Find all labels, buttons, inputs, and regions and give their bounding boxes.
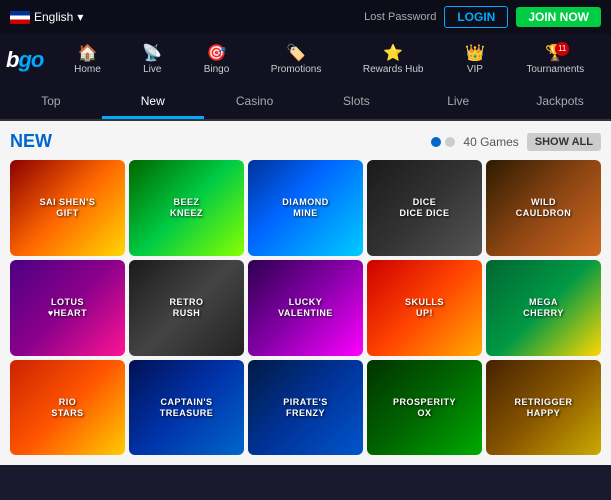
dot-2[interactable] bbox=[445, 137, 455, 147]
nav-label-vip: VIP bbox=[467, 64, 483, 75]
tab-casino[interactable]: Casino bbox=[204, 86, 306, 119]
rewards-icon: ⭐ bbox=[383, 46, 403, 62]
language-label: English bbox=[34, 10, 73, 24]
nav-item-home[interactable]: 🏠 Home bbox=[66, 42, 109, 79]
tournament-badge: 11 bbox=[555, 42, 569, 56]
game-label-11: RIOSTARS bbox=[10, 360, 125, 456]
language-selector[interactable]: English ▾ bbox=[10, 10, 83, 24]
chevron-down-icon: ▾ bbox=[77, 10, 83, 24]
game-label-9: SKULLSUP! bbox=[367, 260, 482, 356]
section-header: NEW 40 Games SHOW ALL bbox=[10, 131, 601, 152]
game-label-4: DICEDICE DICE bbox=[367, 160, 482, 256]
game-tile-7[interactable]: RETRORUSH bbox=[129, 260, 244, 356]
carousel-dots bbox=[431, 137, 455, 147]
game-label-15: RETRIGGERHAPPY bbox=[486, 360, 601, 456]
game-tile-13[interactable]: PIRATE'SFRENZY bbox=[248, 360, 363, 456]
live-icon: 📡 bbox=[142, 46, 162, 62]
game-label-7: RETRORUSH bbox=[129, 260, 244, 356]
main-content: NEW 40 Games SHOW ALL SAI SHEN'SGIFTBEEZ… bbox=[0, 121, 611, 465]
dot-1[interactable] bbox=[431, 137, 441, 147]
nav-item-bingo[interactable]: 🎯 Bingo bbox=[196, 42, 238, 79]
nav-item-rewards[interactable]: ⭐ Rewards Hub bbox=[355, 42, 432, 79]
game-tile-14[interactable]: PROSPERITYOX bbox=[367, 360, 482, 456]
section-title: NEW bbox=[10, 131, 52, 152]
game-tile-5[interactable]: WILDCAULDRON bbox=[486, 160, 601, 256]
bgo-logo[interactable]: bgo bbox=[6, 47, 43, 73]
lost-password-link[interactable]: Lost Password bbox=[364, 11, 436, 23]
category-tabs: TopNewCasinoSlotsLiveJackpots bbox=[0, 86, 611, 121]
promotions-icon: 🏷️ bbox=[286, 46, 306, 62]
game-tile-1[interactable]: SAI SHEN'SGIFT bbox=[10, 160, 125, 256]
game-label-10: MEGACHERRY bbox=[486, 260, 601, 356]
game-label-5: WILDCAULDRON bbox=[486, 160, 601, 256]
section-meta: 40 Games SHOW ALL bbox=[431, 133, 601, 151]
game-label-13: PIRATE'SFRENZY bbox=[248, 360, 363, 456]
games-grid: SAI SHEN'SGIFTBEEZKNEEZDIAMONDMINEDICEDI… bbox=[10, 160, 601, 455]
game-tile-3[interactable]: DIAMONDMINE bbox=[248, 160, 363, 256]
game-label-8: LUCKYVALENTINE bbox=[248, 260, 363, 356]
nav-label-promotions: Promotions bbox=[271, 64, 322, 75]
game-tile-6[interactable]: LOTUS♥HEART bbox=[10, 260, 125, 356]
game-tile-2[interactable]: BEEZKNEEZ bbox=[129, 160, 244, 256]
game-tile-10[interactable]: MEGACHERRY bbox=[486, 260, 601, 356]
nav-label-rewards: Rewards Hub bbox=[363, 64, 424, 75]
top-header: English ▾ Lost Password LOGIN JOIN NOW bbox=[0, 0, 611, 34]
game-tile-11[interactable]: RIOSTARS bbox=[10, 360, 125, 456]
bingo-icon: 🎯 bbox=[207, 46, 227, 62]
nav-item-tournaments[interactable]: 🏆 11 Tournaments bbox=[518, 42, 592, 79]
game-tile-9[interactable]: SKULLSUP! bbox=[367, 260, 482, 356]
nav-item-promotions[interactable]: 🏷️ Promotions bbox=[263, 42, 330, 79]
game-label-2: BEEZKNEEZ bbox=[129, 160, 244, 256]
nav-label-bingo: Bingo bbox=[204, 64, 230, 75]
nav-label-tournaments: Tournaments bbox=[526, 64, 584, 75]
nav-label-live: Live bbox=[143, 64, 161, 75]
vip-icon: 👑 bbox=[465, 46, 485, 62]
nav-items-container: 🏠 Home 📡 Live 🎯 Bingo 🏷️ Promotions ⭐ Re… bbox=[53, 42, 605, 79]
game-tile-8[interactable]: LUCKYVALENTINE bbox=[248, 260, 363, 356]
flag-icon bbox=[10, 11, 30, 24]
login-button[interactable]: LOGIN bbox=[444, 6, 508, 28]
tournament-badge-container: 🏆 11 bbox=[545, 46, 565, 62]
game-label-1: SAI SHEN'SGIFT bbox=[10, 160, 125, 256]
game-label-14: PROSPERITYOX bbox=[367, 360, 482, 456]
tab-jackpots[interactable]: Jackpots bbox=[509, 86, 611, 119]
header-actions: Lost Password LOGIN JOIN NOW bbox=[364, 6, 601, 28]
tab-new[interactable]: New bbox=[102, 86, 204, 119]
tab-slots[interactable]: Slots bbox=[305, 86, 407, 119]
game-tile-15[interactable]: RETRIGGERHAPPY bbox=[486, 360, 601, 456]
game-label-6: LOTUS♥HEART bbox=[10, 260, 125, 356]
nav-label-home: Home bbox=[74, 64, 101, 75]
tab-live[interactable]: Live bbox=[407, 86, 509, 119]
game-label-12: CAPTAIN'STREASURE bbox=[129, 360, 244, 456]
nav-item-vip[interactable]: 👑 VIP bbox=[457, 42, 493, 79]
main-navbar: bgo 🏠 Home 📡 Live 🎯 Bingo 🏷️ Promotions … bbox=[0, 34, 611, 86]
game-tile-12[interactable]: CAPTAIN'STREASURE bbox=[129, 360, 244, 456]
show-all-button[interactable]: SHOW ALL bbox=[527, 133, 601, 151]
nav-item-live[interactable]: 📡 Live bbox=[134, 42, 170, 79]
home-icon: 🏠 bbox=[77, 46, 97, 62]
tab-top[interactable]: Top bbox=[0, 86, 102, 119]
join-button[interactable]: JOIN NOW bbox=[516, 7, 601, 27]
games-count: 40 Games bbox=[463, 135, 518, 149]
game-label-3: DIAMONDMINE bbox=[248, 160, 363, 256]
game-tile-4[interactable]: DICEDICE DICE bbox=[367, 160, 482, 256]
